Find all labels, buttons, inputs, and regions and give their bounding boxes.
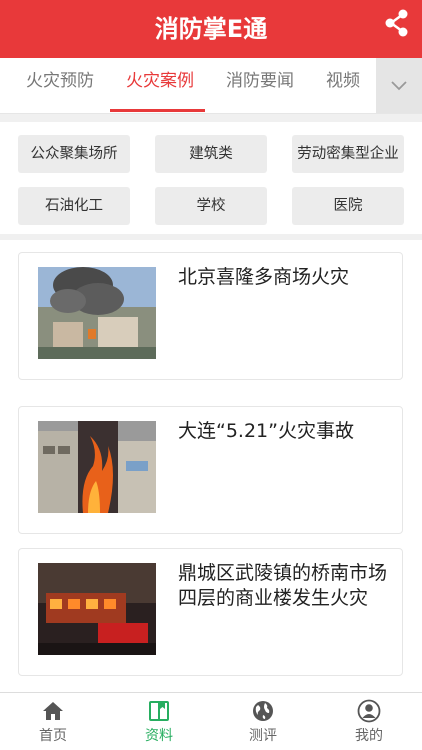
filter-labor-intensive[interactable]: 劳动密集型企业 — [292, 135, 404, 173]
share-icon[interactable] — [382, 8, 412, 38]
filter-building[interactable]: 建筑类 — [155, 135, 267, 173]
nav-home[interactable]: 首页 — [0, 693, 106, 750]
tab-fire-news[interactable]: 消防要闻 — [226, 58, 294, 113]
globe-icon — [253, 701, 273, 721]
case-title: 鼎城区武陵镇的桥南市场四层的商业楼发生火灾 — [178, 562, 388, 609]
case-card[interactable]: 鼎城区武陵镇的桥南市场四层的商业楼发生火灾 — [18, 548, 403, 676]
more-tabs-button[interactable] — [376, 58, 422, 113]
case-card[interactable]: 北京喜隆多商场火灾 — [18, 252, 403, 380]
nav-materials-label: 资料 — [145, 728, 173, 744]
nav-home-label: 首页 — [39, 728, 67, 744]
case-card[interactable]: 大连“5.21”火灾事故 — [18, 406, 403, 534]
bottom-navigation: 首页 资料 测评 我的 — [0, 692, 422, 750]
home-icon — [43, 702, 63, 720]
app-title: 消防掌E通 — [154, 15, 268, 43]
category-tabs: 火灾预防 火灾案例 消防要闻 视频 — [0, 58, 422, 114]
active-tab-indicator — [110, 109, 205, 112]
filter-hospital[interactable]: 医院 — [292, 187, 404, 225]
filter-petrochemical[interactable]: 石油化工 — [18, 187, 130, 225]
case-title: 北京喜隆多商场火灾 — [178, 266, 350, 288]
nav-profile-label: 我的 — [355, 728, 383, 744]
case-list: 北京喜隆多商场火灾 大连“5.21”火灾事故 鼎城区武陵镇的桥南市场四层的商业楼… — [0, 240, 422, 692]
filter-public-gathering[interactable]: 公众聚集场所 — [18, 135, 130, 173]
case-title: 大连“5.21”火灾事故 — [178, 420, 354, 442]
case-thumbnail — [38, 421, 156, 513]
case-thumbnail — [38, 267, 156, 359]
nav-assessment[interactable]: 测评 — [210, 693, 316, 750]
case-thumbnail — [38, 563, 156, 655]
book-icon — [149, 701, 169, 721]
nav-materials[interactable]: 资料 — [106, 693, 212, 750]
nav-assessment-label: 测评 — [249, 728, 277, 744]
app-header: 消防掌E通 — [0, 0, 422, 58]
chevron-down-icon — [391, 81, 407, 91]
nav-profile[interactable]: 我的 — [316, 693, 422, 750]
category-filters: 公众聚集场所 建筑类 劳动密集型企业 石油化工 学校 医院 — [0, 122, 422, 234]
user-icon — [357, 699, 381, 723]
filter-school[interactable]: 学校 — [155, 187, 267, 225]
tab-fire-cases[interactable]: 火灾案例 — [126, 58, 194, 113]
tab-fire-prevention[interactable]: 火灾预防 — [26, 58, 94, 113]
tab-video[interactable]: 视频 — [326, 58, 360, 113]
